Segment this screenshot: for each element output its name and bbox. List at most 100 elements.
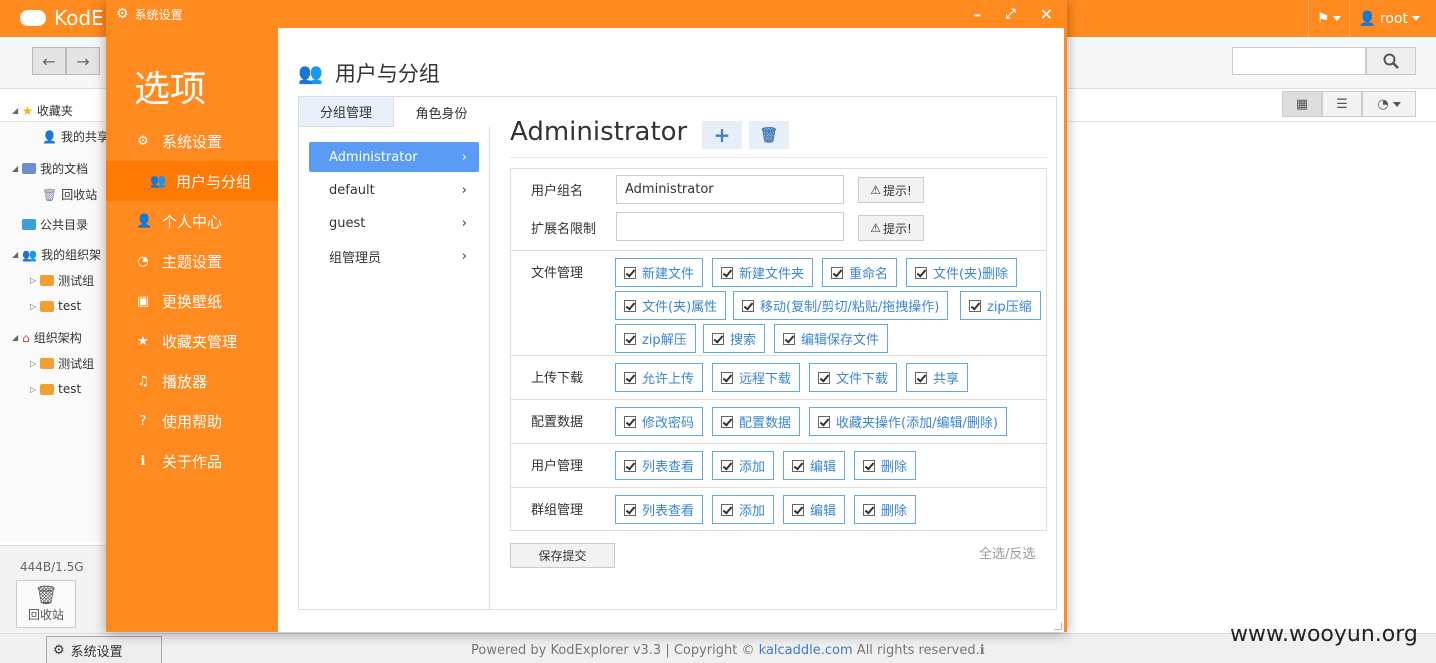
add-role-button[interactable]: + bbox=[702, 121, 742, 149]
perm-label: zip压缩 bbox=[987, 300, 1032, 315]
maximize-icon[interactable]: ⤢ bbox=[1005, 7, 1015, 22]
tree-item-label: 我的共享 bbox=[60, 130, 109, 144]
dialog-titlebar[interactable]: ⚙ 系统设置 bbox=[106, 0, 1067, 28]
flag-icon: ⚑ bbox=[1316, 10, 1330, 27]
expand-icon: ◢ bbox=[12, 333, 19, 342]
tree-item-public[interactable]: 公共目录 bbox=[22, 216, 88, 233]
taskbar-settings[interactable]: ⚙ 系统设置 bbox=[46, 636, 162, 663]
perm-checkbox[interactable]: 移动(复制/剪切/粘贴/拖拽操作) bbox=[733, 291, 949, 320]
menu-item-theme[interactable]: ◔ 主题设置 bbox=[106, 241, 278, 281]
perm-checkbox[interactable]: 添加 bbox=[712, 495, 775, 524]
role-item-default[interactable]: default › bbox=[309, 175, 479, 205]
search-button[interactable] bbox=[1366, 47, 1416, 75]
app-logo[interactable]: KodE bbox=[20, 6, 104, 30]
menu-item-users[interactable]: 👥 用户与分组 bbox=[106, 161, 278, 201]
perm-checkbox[interactable]: 远程下载 bbox=[712, 363, 801, 392]
grid-view-button[interactable]: ▦ bbox=[1282, 91, 1322, 117]
tree-item-test-group-2[interactable]: ▷ 测试组 bbox=[30, 355, 94, 372]
perm-checkbox[interactable]: 文件(夹)属性 bbox=[615, 291, 727, 320]
menu-label: 更换壁纸 bbox=[162, 292, 223, 311]
role-item-administrator[interactable]: Administrator › bbox=[309, 142, 479, 172]
user-menu[interactable]: 👤 root bbox=[1349, 0, 1428, 37]
perm-checkbox[interactable]: 搜索 bbox=[703, 324, 766, 353]
tree-item-label: 测试组 bbox=[58, 357, 95, 371]
chevron-down-icon bbox=[1392, 101, 1401, 107]
menu-item-about[interactable]: ℹ 关于作品 bbox=[106, 441, 278, 481]
form-row-group-manage: 群组管理 列表查看 添加 编辑 删除 bbox=[511, 488, 1046, 531]
tree-item-test-group[interactable]: ▷ 测试组 bbox=[30, 272, 94, 289]
dashboard-icon: ◔ bbox=[137, 253, 149, 269]
perm-checkbox[interactable]: 编辑保存文件 bbox=[774, 324, 889, 353]
back-button[interactable]: ← bbox=[32, 47, 66, 75]
perm-checkbox[interactable]: 新建文件夹 bbox=[712, 258, 814, 287]
tree-item-test[interactable]: ▷ test bbox=[30, 299, 81, 313]
storage-usage: 444B/1.5G bbox=[20, 560, 84, 574]
perm-checkbox[interactable]: 编辑 bbox=[783, 495, 846, 524]
resize-handle[interactable] bbox=[1054, 622, 1062, 630]
perm-checkbox[interactable]: 文件(夹)删除 bbox=[906, 258, 1018, 287]
perm-checkbox[interactable]: 新建文件 bbox=[615, 258, 704, 287]
tree-item-my-documents[interactable]: ◢ 我的文档 bbox=[12, 160, 88, 177]
delete-role-button[interactable]: 🗑 bbox=[749, 121, 789, 149]
tree-item-my-share[interactable]: 👤 我的共享 bbox=[42, 128, 109, 145]
minimize-icon[interactable]: – bbox=[973, 5, 981, 24]
perm-checkbox[interactable]: 删除 bbox=[854, 495, 917, 524]
menu-item-profile[interactable]: 👤 个人中心 bbox=[106, 201, 278, 241]
menu-item-system[interactable]: ⚙ 系统设置 bbox=[106, 121, 278, 161]
perm-checkbox[interactable]: 共享 bbox=[906, 363, 969, 392]
role-item-group-admin[interactable]: 组管理员 › bbox=[309, 241, 479, 271]
perm-label: 搜索 bbox=[730, 333, 757, 348]
save-button[interactable]: 保存提交 bbox=[510, 543, 615, 568]
tree-item-recycle[interactable]: 🗑 回收站 bbox=[42, 186, 97, 203]
group-name-input[interactable]: Administrator bbox=[616, 175, 844, 204]
perm-checkbox[interactable]: 编辑 bbox=[783, 451, 846, 480]
menu-item-help[interactable]: ? 使用帮助 bbox=[106, 401, 278, 441]
check-icon bbox=[818, 415, 830, 428]
chevron-down-icon bbox=[1333, 16, 1342, 21]
perm-checkbox[interactable]: zip解压 bbox=[615, 324, 696, 353]
menu-heading: 选项 bbox=[134, 69, 207, 110]
expand-icon: ◢ bbox=[12, 250, 19, 259]
footer: ⚙ 系统设置 Powered by KodExplorer v3.3 | Cop… bbox=[0, 633, 1436, 663]
check-icon bbox=[721, 503, 733, 516]
hint-button[interactable]: ⚠ 提示! bbox=[858, 215, 924, 241]
collapse-icon: ▷ bbox=[30, 276, 37, 285]
search-input[interactable] bbox=[1232, 47, 1366, 75]
star-icon: ★ bbox=[137, 333, 149, 349]
site-link[interactable]: kalcaddle.com bbox=[759, 643, 853, 658]
menu-item-wallpaper[interactable]: ▣ 更换壁纸 bbox=[106, 281, 278, 321]
perm-checkbox[interactable]: 文件下载 bbox=[809, 363, 898, 392]
documents-icon bbox=[22, 163, 37, 174]
folder-icon bbox=[40, 383, 55, 395]
menu-item-favorites[interactable]: ★ 收藏夹管理 bbox=[106, 321, 278, 361]
tree-item-test-2[interactable]: ▷ test bbox=[30, 382, 81, 396]
tab-roles[interactable]: 角色身份 bbox=[394, 97, 489, 127]
theme-view-button[interactable]: ◔ bbox=[1362, 91, 1416, 117]
forward-button[interactable]: → bbox=[66, 47, 100, 75]
perm-checkbox[interactable]: zip压缩 bbox=[960, 291, 1041, 320]
menu-item-player[interactable]: ♫ 播放器 bbox=[106, 361, 278, 401]
perm-checkbox[interactable]: 列表查看 bbox=[615, 451, 704, 480]
tree-item-my-org[interactable]: ◢ 👥 我的组织架 bbox=[12, 246, 101, 263]
tree-item-org[interactable]: ◢ ⌂ 组织架构 bbox=[12, 329, 82, 346]
list-view-button[interactable]: ☰ bbox=[1322, 91, 1362, 117]
form-row-file-manage: 文件管理 新建文件 新建文件夹 重命名 文件(夹)删除 文件(夹)属性 移动(复… bbox=[511, 251, 1046, 356]
perm-checkbox[interactable]: 重命名 bbox=[822, 258, 898, 287]
close-icon[interactable]: ✕ bbox=[1040, 5, 1053, 24]
ext-limit-input[interactable] bbox=[616, 212, 844, 241]
flag-menu[interactable]: ⚑ bbox=[1307, 0, 1350, 37]
select-all-toggle[interactable]: 全选/反选 bbox=[979, 543, 1035, 562]
perm-checkbox[interactable]: 允许上传 bbox=[615, 363, 704, 392]
collapse-icon: ▷ bbox=[30, 301, 37, 311]
perm-checkbox[interactable]: 删除 bbox=[854, 451, 917, 480]
hint-button[interactable]: ⚠ 提示! bbox=[858, 177, 924, 203]
tab-group-manage[interactable]: 分组管理 bbox=[299, 97, 394, 127]
perm-checkbox[interactable]: 列表查看 bbox=[615, 495, 704, 524]
tree-item-favorites[interactable]: ◢ ★ 收藏夹 bbox=[12, 102, 73, 119]
perm-checkbox[interactable]: 配置数据 bbox=[712, 407, 801, 436]
perm-checkbox[interactable]: 修改密码 bbox=[615, 407, 704, 436]
recycle-button[interactable]: 🗑 回收站 bbox=[16, 580, 76, 628]
role-item-guest[interactable]: guest › bbox=[309, 208, 479, 238]
perm-checkbox[interactable]: 添加 bbox=[712, 451, 775, 480]
perm-checkbox[interactable]: 收藏夹操作(添加/编辑/删除) bbox=[809, 407, 1007, 436]
